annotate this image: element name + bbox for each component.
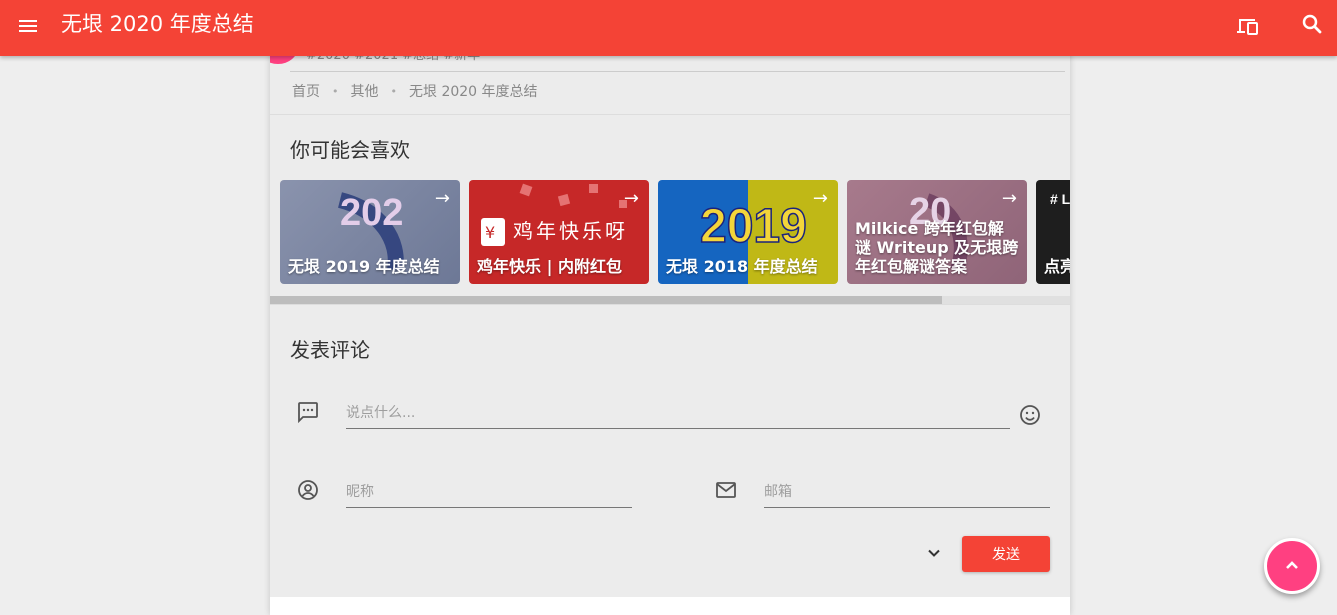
email-input[interactable] xyxy=(764,477,1050,508)
related-card[interactable]: 2019 → 无垠 2018 年度总结 xyxy=(658,180,838,284)
chevron-down-icon[interactable] xyxy=(924,543,944,563)
send-button[interactable]: 发送 xyxy=(962,536,1050,572)
breadcrumb-separator: • xyxy=(332,84,339,98)
devices-icon[interactable] xyxy=(1235,13,1261,37)
emoji-icon[interactable] xyxy=(1018,403,1042,427)
arrow-right-icon: → xyxy=(812,188,828,209)
breadcrumb-category[interactable]: 其他 xyxy=(351,81,379,101)
related-posts: 202 → 无垠 2019 年度总结 ¥ 鸡年快乐呀 → 鸡年快乐 | 内附红包… xyxy=(280,180,1070,286)
breadcrumb: 首页 • 其他 • 无垠 2020 年度总结 xyxy=(292,80,538,102)
related-card-title: Milkice 跨年红包解谜 Writeup 及无垠跨年红包解谜答案 xyxy=(855,219,1019,276)
menu-icon[interactable] xyxy=(16,14,40,38)
related-scrollbar-thumb[interactable] xyxy=(270,296,942,304)
arrow-right-icon: → xyxy=(1001,188,1017,209)
app-title: 无垠 2020 年度总结 xyxy=(61,12,254,36)
comment-message-input[interactable] xyxy=(346,398,1010,429)
related-card[interactable]: 20 → Milkice 跨年红包解谜 Writeup 及无垠跨年红包解谜答案 xyxy=(847,180,1027,284)
related-card-title: 无垠 2018 年度总结 xyxy=(666,257,818,276)
account-circle-icon xyxy=(298,480,318,500)
image-text: # L xyxy=(1050,191,1070,207)
back-to-top-button[interactable] xyxy=(1264,538,1320,594)
search-icon[interactable] xyxy=(1300,12,1324,36)
related-heading: 你可能会喜欢 xyxy=(290,138,410,162)
related-card[interactable]: 202 → 无垠 2019 年度总结 xyxy=(280,180,460,284)
image-text: 202 xyxy=(340,192,403,234)
related-card[interactable]: ¥ 鸡年快乐呀 → 鸡年快乐 | 内附红包 xyxy=(469,180,649,284)
related-card-title: 无垠 2019 年度总结 xyxy=(288,257,440,276)
footer-area xyxy=(270,597,1070,615)
breadcrumb-current[interactable]: 无垠 2020 年度总结 xyxy=(409,81,538,101)
arrow-right-icon: → xyxy=(623,188,639,209)
breadcrumb-separator: • xyxy=(390,84,398,98)
divider xyxy=(270,304,1070,305)
breadcrumb-home[interactable]: 首页 xyxy=(292,81,320,101)
image-text: 2019 xyxy=(700,200,807,253)
svg-text:¥: ¥ xyxy=(485,223,495,242)
comment-icon xyxy=(298,402,318,424)
post-card: #2020 #2021 #总结 #新年 首页 • 其他 • 无垠 2020 年度… xyxy=(270,0,1070,615)
email-icon xyxy=(716,482,736,498)
related-card[interactable]: # L 点亮年度 xyxy=(1036,180,1070,284)
comment-heading: 发表评论 xyxy=(290,338,370,362)
app-bar: 无垠 2020 年度总结 xyxy=(0,0,1337,56)
nickname-input[interactable] xyxy=(346,477,632,508)
divider xyxy=(290,71,1065,72)
arrow-right-icon: → xyxy=(434,188,450,209)
related-card-title: 点亮年度 xyxy=(1044,257,1070,276)
related-card-title: 鸡年快乐 | 内附红包 xyxy=(477,257,622,276)
divider xyxy=(270,114,1070,115)
image-text: 鸡年快乐呀 xyxy=(513,219,628,243)
arrow-up-icon xyxy=(1286,561,1298,569)
